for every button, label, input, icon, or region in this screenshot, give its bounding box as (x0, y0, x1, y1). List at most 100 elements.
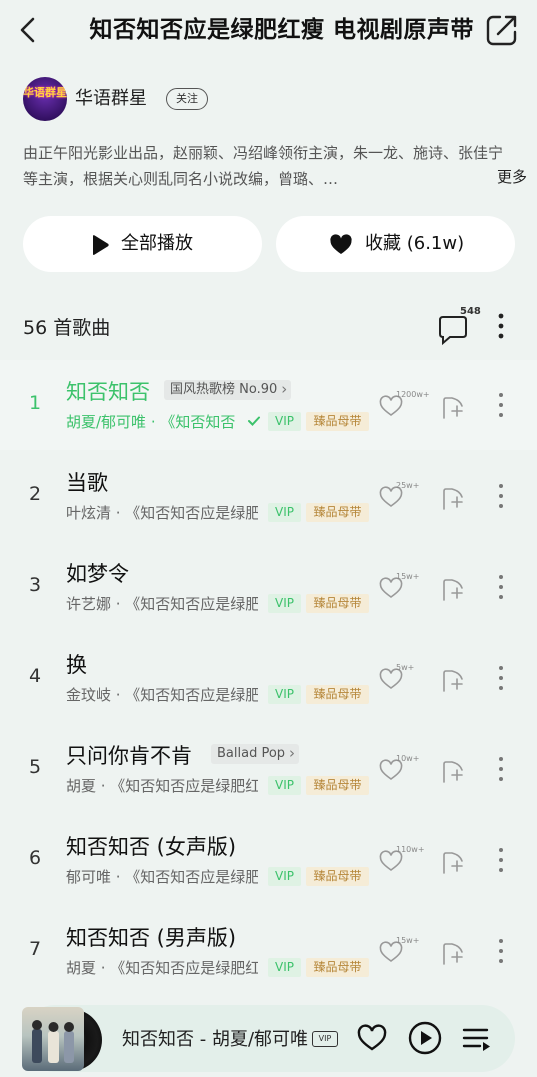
share-icon (486, 15, 517, 46)
cover-figures (32, 1020, 74, 1063)
album-page: 知否知否应是绿肥红瘦 电视剧原声带 华语群星 华语群星 关注 由正午阳光影业出品… (0, 0, 537, 1077)
song-index: 6 (28, 847, 42, 869)
description-more-link[interactable]: 更多 (494, 166, 527, 187)
master-quality-badge: 臻品母带 (306, 685, 369, 704)
song-title: 只问你肯不肯 (66, 744, 192, 768)
vip-badge: VIP (268, 503, 301, 522)
page-title: 知否知否应是绿肥红瘦 电视剧原声带 (89, 17, 474, 43)
comment-icon (439, 316, 467, 346)
back-button[interactable] (14, 14, 44, 46)
artist-row[interactable]: 华语群星 华语群星 关注 (23, 76, 323, 122)
song-title: 换 (66, 653, 87, 677)
song-index: 2 (28, 483, 42, 505)
song-row[interactable]: 7 知否知否 (男声版) 胡夏 · 《知否知否应是绿肥红瘦 VIP 臻品母带 1… (0, 906, 537, 996)
add-to-playlist-icon[interactable] (440, 849, 466, 875)
add-to-playlist-icon[interactable] (440, 576, 466, 602)
like-count: 25w+ (396, 481, 420, 490)
comment-count: 548 (460, 306, 481, 317)
songs-count: 56 首歌曲 (23, 317, 111, 339)
avatar-logo-text: 华语群星 (23, 86, 67, 99)
add-to-playlist-icon[interactable] (440, 394, 466, 420)
add-to-playlist-icon[interactable] (440, 485, 466, 511)
like-count: 10w+ (396, 754, 420, 763)
song-subtitle: 郁可唯 · 《知否知否应是绿肥红瘦 (66, 868, 258, 886)
chevron-left-icon (20, 17, 35, 43)
song-row[interactable]: 2 当歌 叶炫清 · 《知否知否应是绿肥红瘦 VIP 臻品母带 25w+ (0, 451, 537, 541)
song-title: 知否知否 (男声版) (66, 926, 237, 950)
song-row[interactable]: 5 只问你肯不肯 Ballad Pop 胡夏 · 《知否知否应是绿肥红瘦 VIP… (0, 724, 537, 814)
song-index: 7 (28, 938, 42, 960)
song-row[interactable]: 1 知否知否 国风热歌榜 No.90 胡夏/郁可唯 · 《知否知否应是绿肥红瘦 … (0, 360, 537, 450)
master-quality-badge: 臻品母带 (306, 503, 369, 522)
master-quality-badge: 臻品母带 (306, 776, 369, 795)
now-playing-title[interactable]: 知否知否 - 胡夏/郁可唯 (122, 1025, 308, 1051)
like-count: 110w+ (396, 845, 425, 854)
artist-name[interactable]: 华语群星 (75, 84, 147, 110)
more-options-button[interactable] (493, 312, 509, 340)
song-title: 知否知否 (66, 380, 150, 404)
play-all-label: 全部播放 (121, 233, 193, 254)
song-subtitle: 金玟岐 · 《知否知否应是绿肥红瘦 (66, 686, 258, 704)
album-description: 由正午阳光影业出品，赵丽颖、冯绍峰领衔主演，朱一龙、施诗、张佳宁等主演，根据关心… (23, 144, 504, 188)
comments-button[interactable]: 548 (436, 306, 481, 346)
downloaded-check-icon (248, 416, 260, 426)
vip-badge: VIP (268, 776, 301, 795)
vip-badge: VIP (268, 958, 301, 977)
song-row[interactable]: 4 换 金玟岐 · 《知否知否应是绿肥红瘦 VIP 臻品母带 5w+ (0, 633, 537, 723)
master-quality-badge: 臻品母带 (306, 958, 369, 977)
song-chart-tag[interactable]: 国风热歌榜 No.90 (164, 379, 292, 400)
like-count: 15w+ (396, 936, 420, 945)
heart-icon[interactable] (356, 1023, 388, 1053)
songs-header: 56 首歌曲 548 (23, 306, 513, 346)
vip-badge: VIP (268, 867, 301, 886)
favorite-button[interactable]: 收藏 (6.1w) (276, 216, 515, 272)
song-title: 当歌 (66, 471, 108, 495)
master-quality-badge: 臻品母带 (306, 412, 369, 431)
more-vertical-icon[interactable] (494, 754, 508, 784)
song-row[interactable]: 6 知否知否 (女声版) 郁可唯 · 《知否知否应是绿肥红瘦 VIP 臻品母带 … (0, 815, 537, 905)
like-count: 1200w+ (396, 390, 430, 399)
song-subtitle: 胡夏 · 《知否知否应是绿肥红瘦 (66, 959, 258, 977)
like-count: 15w+ (396, 572, 420, 581)
more-vertical-icon[interactable] (494, 663, 508, 693)
album-art[interactable] (22, 1007, 102, 1071)
master-quality-badge: 臻品母带 (306, 867, 369, 886)
song-index: 1 (28, 392, 42, 414)
more-vertical-icon[interactable] (494, 481, 508, 511)
top-bar: 知否知否应是绿肥红瘦 电视剧原声带 (0, 0, 537, 62)
more-vertical-icon[interactable] (494, 845, 508, 875)
queue-icon[interactable] (462, 1025, 492, 1053)
vip-badge: VIP (268, 412, 301, 431)
play-icon (93, 235, 109, 255)
add-to-playlist-icon[interactable] (440, 758, 466, 784)
add-to-playlist-icon[interactable] (440, 667, 466, 693)
more-vertical-icon[interactable] (494, 572, 508, 602)
vip-icon: VIP (312, 1031, 338, 1047)
play-all-button[interactable]: 全部播放 (23, 216, 262, 272)
artist-avatar[interactable]: 华语群星 (23, 77, 67, 121)
album-cover (22, 1007, 84, 1071)
play-icon[interactable] (408, 1021, 442, 1055)
song-index: 3 (28, 574, 42, 596)
vip-badge: VIP (268, 594, 301, 613)
song-genre-tag[interactable]: Ballad Pop (211, 743, 300, 764)
vip-badge: VIP (268, 685, 301, 704)
song-title: 如梦令 (66, 562, 129, 586)
heart-filled-icon (330, 234, 352, 254)
song-subtitle: 胡夏 · 《知否知否应是绿肥红瘦 (66, 777, 258, 795)
favorite-label: 收藏 (6.1w) (365, 233, 465, 254)
like-count: 5w+ (396, 663, 415, 672)
share-button[interactable] (484, 12, 520, 48)
song-subtitle: 胡夏/郁可唯 · 《知否知否应是绿肥红瘦 (66, 413, 236, 431)
more-vertical-icon (498, 313, 504, 339)
song-title: 知否知否 (女声版) (66, 835, 237, 859)
more-vertical-icon[interactable] (494, 936, 508, 966)
master-quality-badge: 臻品母带 (306, 594, 369, 613)
song-row[interactable]: 3 如梦令 许艺娜 · 《知否知否应是绿肥红瘦 VIP 臻品母带 15w+ (0, 542, 537, 632)
song-index: 5 (28, 756, 42, 778)
mini-player[interactable]: 知否知否 - 胡夏/郁可唯 VIP (22, 1005, 515, 1072)
add-to-playlist-icon[interactable] (440, 940, 466, 966)
song-subtitle: 许艺娜 · 《知否知否应是绿肥红瘦 (66, 595, 258, 613)
more-vertical-icon[interactable] (494, 390, 508, 420)
follow-button[interactable]: 关注 (166, 88, 208, 110)
